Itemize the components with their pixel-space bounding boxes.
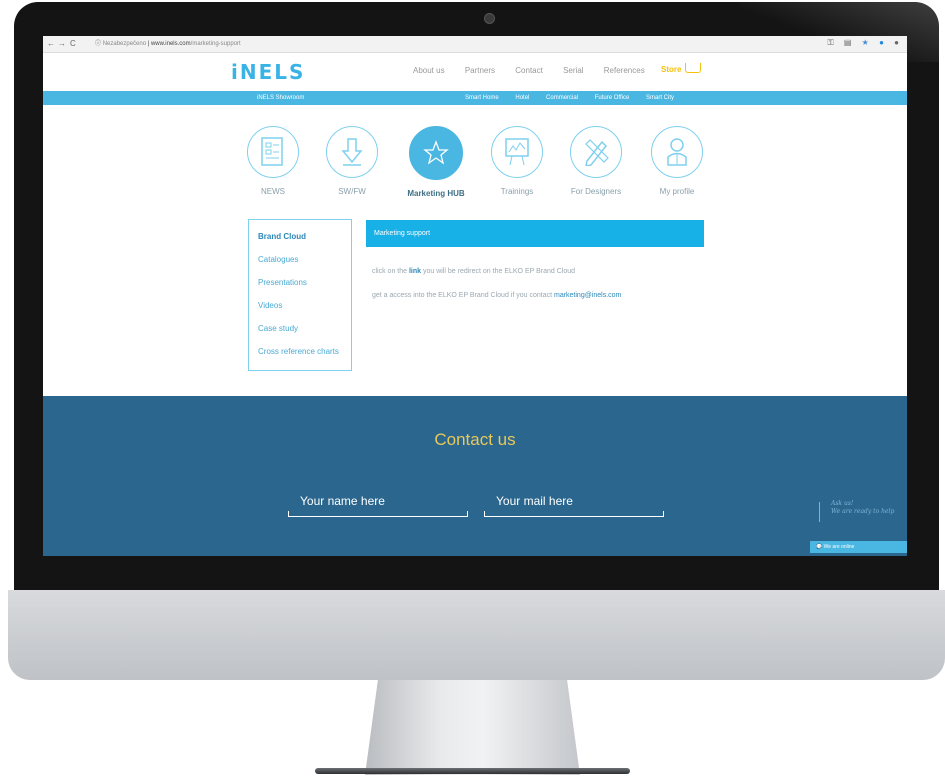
cart-icon[interactable] xyxy=(685,63,701,73)
contact-title: Contact us xyxy=(434,430,516,449)
browser-tools: ⚿ ▤ ★ ● ● xyxy=(820,38,899,48)
bookmark-star-icon[interactable]: ★ xyxy=(862,38,869,47)
hub-label: Trainings xyxy=(500,187,534,196)
sub-nav: iNELS Showroom Smart Home Hotel Commerci… xyxy=(43,91,907,105)
nav-store[interactable]: Store xyxy=(661,65,681,74)
user-icon xyxy=(651,126,703,178)
side-menu-brand-cloud[interactable]: Brand Cloud xyxy=(258,232,351,242)
info-icon: ⓘ xyxy=(95,41,102,47)
nav-contact[interactable]: Contact xyxy=(515,66,543,75)
side-menu-case-study[interactable]: Case study xyxy=(258,324,351,334)
main-nav: About us Partners Contact Serial Referen… xyxy=(413,66,663,75)
showroom-link[interactable]: iNELS Showroom xyxy=(257,91,304,105)
monitor-foot xyxy=(315,768,630,774)
screen: ← → C ⓘ Nezabezpečeno | www.inels.com/ma… xyxy=(43,36,907,556)
content-heading: Marketing support xyxy=(366,220,704,247)
hub-item-marketing-hub[interactable]: Marketing HUB xyxy=(396,126,476,198)
side-menu-cross-reference-charts[interactable]: Cross reference charts xyxy=(258,347,351,357)
nav-serial[interactable]: Serial xyxy=(563,66,583,75)
profile-icon[interactable]: ● xyxy=(894,38,899,47)
star-icon xyxy=(409,126,463,180)
line1-text-post: you will be redirect on the ELKO EP Bran… xyxy=(423,268,576,275)
hub-item-trainings[interactable]: Trainings xyxy=(477,126,557,196)
side-menu-catalogues[interactable]: Catalogues xyxy=(258,255,351,265)
hub-label: SW/FW xyxy=(338,187,366,196)
name-field[interactable]: Your name here xyxy=(288,494,468,517)
nav-references[interactable]: References xyxy=(604,66,645,75)
email-placeholder: Your mail here xyxy=(496,494,573,508)
pencil-ruler-icon xyxy=(570,126,622,178)
side-menu-presentations[interactable]: Presentations xyxy=(258,278,351,288)
chat-ready-label: We are ready to help xyxy=(831,508,895,515)
browser-toolbar: ← → C ⓘ Nezabezpečeno | www.inels.com/ma… xyxy=(43,36,907,53)
hub-label: Marketing HUB xyxy=(407,189,465,198)
hub-label: My profile xyxy=(659,187,695,196)
camera xyxy=(484,13,495,24)
nav-about-us[interactable]: About us xyxy=(413,66,445,75)
subnav-smart-home[interactable]: Smart Home xyxy=(465,95,499,101)
download-icon xyxy=(326,126,378,178)
name-placeholder: Your name here xyxy=(300,494,385,508)
brand-cloud-link[interactable]: link xyxy=(409,268,421,275)
back-icon[interactable]: ← xyxy=(47,39,55,48)
line1-text-pre: click on the xyxy=(372,268,408,275)
content-line-1: click on the link you will be redirect o… xyxy=(372,268,575,275)
content-line-2: get a access into the ELKO EP Brand Clou… xyxy=(372,292,621,299)
forward-icon[interactable]: → xyxy=(58,39,66,48)
side-menu-videos[interactable]: Videos xyxy=(258,301,351,311)
hub-item-sw-fw[interactable]: SW/FW xyxy=(312,126,392,196)
line2-text-pre: get a access into the ELKO EP Brand Clou… xyxy=(372,292,553,299)
subnav-hotel[interactable]: Hotel xyxy=(515,95,529,101)
hub-label: NEWS xyxy=(261,187,285,196)
hub-label: For Designers xyxy=(570,187,622,196)
security-label: Nezabezpečeno xyxy=(102,41,147,47)
hub-item-for-designers[interactable]: For Designers xyxy=(556,126,636,196)
side-menu: Brand Cloud Catalogues Presentations Vid… xyxy=(248,219,352,371)
email-link[interactable]: marketing@inels.com xyxy=(554,292,621,299)
news-icon xyxy=(247,126,299,178)
hub-item-news[interactable]: NEWS xyxy=(233,126,313,196)
subnav-future-office[interactable]: Future Office xyxy=(595,95,630,101)
translate-icon[interactable]: ▤ xyxy=(844,38,852,47)
chat-arrow xyxy=(819,502,820,522)
chart-board-icon xyxy=(491,126,543,178)
chat-prompt[interactable]: Ask us! We are ready to help xyxy=(831,500,894,516)
subnav-commercial[interactable]: Commercial xyxy=(546,95,578,101)
address-bar[interactable]: ⓘ Nezabezpečeno | www.inels.com/marketin… xyxy=(95,40,241,48)
chat-ask-label: Ask us! xyxy=(831,500,854,507)
url-domain: www.inels.com xyxy=(150,41,191,47)
site-header: iNELS About us Partners Contact Serial R… xyxy=(43,53,907,87)
chat-bar[interactable]: 💬 We are online xyxy=(810,541,907,553)
chat-status: We are online xyxy=(823,544,855,550)
monitor-stand xyxy=(365,680,580,775)
url-path: /marketing-support xyxy=(190,41,241,47)
reload-icon[interactable]: C xyxy=(70,39,76,48)
key-icon[interactable]: ⚿ xyxy=(828,38,834,47)
contact-section: Contact us Your name here Your mail here xyxy=(43,396,907,556)
chat-bubble-icon: 💬 xyxy=(816,544,823,550)
nav-partners[interactable]: Partners xyxy=(465,66,495,75)
monitor-chin xyxy=(8,590,945,680)
hub-item-my-profile[interactable]: My profile xyxy=(637,126,717,196)
subnav-smart-city[interactable]: Smart City xyxy=(646,95,674,101)
email-field[interactable]: Your mail here xyxy=(484,494,664,517)
extension-icon[interactable]: ● xyxy=(879,38,884,47)
inels-logo[interactable]: iNELS xyxy=(231,60,305,84)
